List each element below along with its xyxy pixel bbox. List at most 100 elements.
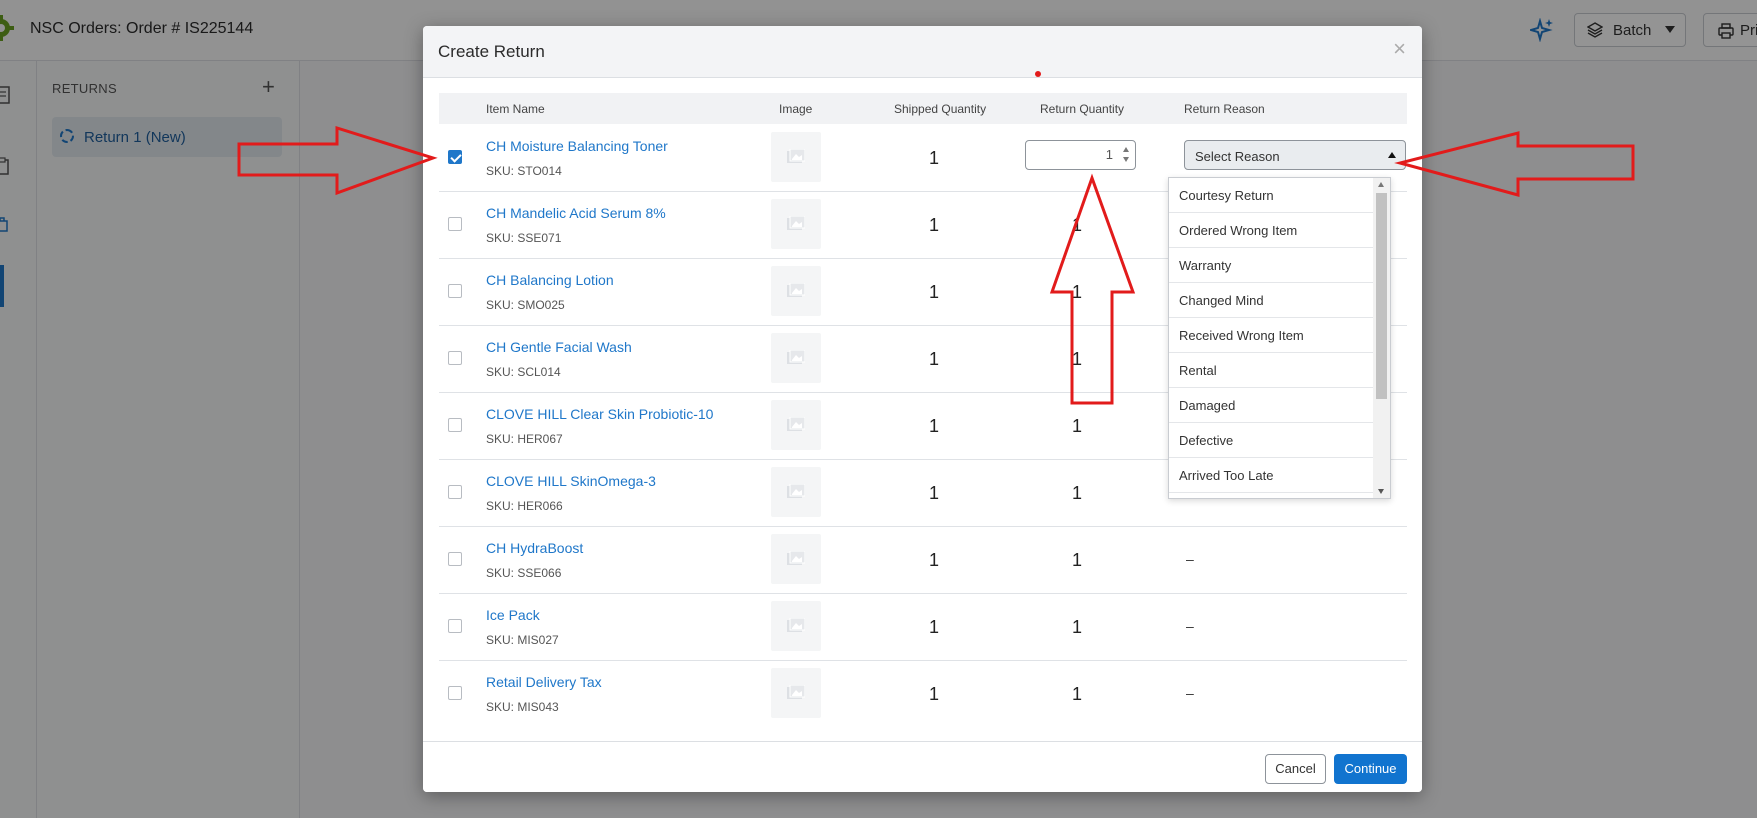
return-quantity: 1 bbox=[1071, 282, 1082, 302]
shipped-quantity: 1 bbox=[928, 550, 939, 570]
column-header-return-quantity: Return Quantity bbox=[1040, 102, 1125, 116]
scroll-thumb[interactable] bbox=[1376, 193, 1387, 399]
item-image bbox=[771, 467, 821, 517]
reason-option[interactable]: Damaged bbox=[1169, 388, 1374, 423]
image-placeholder-icon bbox=[787, 417, 805, 431]
chevron-up-icon bbox=[1388, 152, 1396, 158]
item-sku: SKU: SCL014 bbox=[486, 365, 561, 379]
return-reason-value: – bbox=[1186, 618, 1194, 634]
item-image bbox=[771, 601, 821, 651]
reason-option[interactable]: Ordered Wrong Item bbox=[1169, 213, 1374, 248]
column-header-return-reason: Return Reason bbox=[1184, 102, 1265, 116]
item-sku: SKU: HER066 bbox=[486, 499, 563, 513]
dropdown-scrollbar[interactable] bbox=[1373, 178, 1390, 498]
table-row: Retail Delivery Tax SKU: MIS043 1 1 – bbox=[439, 660, 1407, 727]
shipped-quantity: 1 bbox=[928, 617, 939, 637]
image-placeholder-icon bbox=[787, 551, 805, 565]
return-quantity: 1 bbox=[1071, 617, 1082, 637]
row-checkbox[interactable] bbox=[448, 686, 462, 700]
row-checkbox[interactable] bbox=[448, 217, 462, 231]
reason-option[interactable]: Defective bbox=[1169, 423, 1374, 458]
reason-option[interactable]: Warranty bbox=[1169, 248, 1374, 283]
item-image bbox=[771, 266, 821, 316]
row-checkbox[interactable] bbox=[448, 284, 462, 298]
return-reason-value: – bbox=[1186, 551, 1194, 567]
scroll-down-icon[interactable] bbox=[1378, 489, 1384, 494]
item-sku: SKU: STO014 bbox=[486, 164, 562, 178]
reason-option-label: Damaged bbox=[1179, 398, 1236, 413]
image-placeholder-icon bbox=[787, 618, 805, 632]
row-checkbox[interactable] bbox=[448, 418, 462, 432]
item-name-link[interactable]: CH Balancing Lotion bbox=[486, 272, 614, 288]
return-quantity: 1 bbox=[1071, 550, 1082, 570]
item-image bbox=[771, 534, 821, 584]
row-checkbox[interactable] bbox=[448, 552, 462, 566]
shipped-quantity: 1 bbox=[928, 282, 939, 302]
return-quantity: 1 bbox=[1071, 215, 1082, 235]
scroll-up-icon[interactable] bbox=[1378, 182, 1384, 187]
item-sku: SKU: MIS043 bbox=[486, 700, 559, 714]
annotation-dot bbox=[1035, 71, 1041, 77]
reason-option[interactable]: Changed Mind bbox=[1169, 283, 1374, 318]
increment-icon[interactable] bbox=[1123, 147, 1129, 152]
table-row: Ice Pack SKU: MIS027 1 1 – bbox=[439, 593, 1407, 661]
shipped-quantity: 1 bbox=[928, 349, 939, 369]
row-checkbox[interactable] bbox=[448, 619, 462, 633]
row-checkbox[interactable] bbox=[448, 150, 462, 164]
shipped-quantity: 1 bbox=[928, 684, 939, 704]
return-quantity-value: 1 bbox=[1105, 147, 1113, 162]
item-name-link[interactable]: CLOVE HILL Clear Skin Probiotic-10 bbox=[486, 406, 713, 422]
cancel-button[interactable]: Cancel bbox=[1265, 754, 1326, 784]
row-checkbox[interactable] bbox=[448, 485, 462, 499]
row-checkbox[interactable] bbox=[448, 351, 462, 365]
item-name-link[interactable]: CLOVE HILL SkinOmega-3 bbox=[486, 473, 656, 489]
column-header-shipped-quantity: Shipped Quantity bbox=[894, 102, 987, 116]
reason-option[interactable]: Courtesy Return bbox=[1169, 178, 1374, 213]
shipped-quantity: 1 bbox=[928, 483, 939, 503]
column-header-item-name: Item Name bbox=[486, 102, 545, 116]
item-name-link[interactable]: CH Moisture Balancing Toner bbox=[486, 138, 668, 154]
modal-footer: Cancel Continue bbox=[423, 741, 1422, 792]
reason-option-label: Rental bbox=[1179, 363, 1217, 378]
item-name-link[interactable]: CH Gentle Facial Wash bbox=[486, 339, 632, 355]
modal-header: Create Return × bbox=[423, 26, 1422, 78]
item-sku: SKU: SSE066 bbox=[486, 566, 562, 580]
shipped-quantity: 1 bbox=[928, 148, 939, 168]
create-return-modal: Create Return × Item Name Image Shipped … bbox=[423, 26, 1422, 792]
item-name-link[interactable]: CH Mandelic Acid Serum 8% bbox=[486, 205, 666, 221]
reason-option[interactable]: Rental bbox=[1169, 353, 1374, 388]
image-placeholder-icon bbox=[787, 216, 805, 230]
column-header-image: Image bbox=[779, 102, 813, 116]
reason-option-label: Ordered Wrong Item bbox=[1179, 223, 1298, 238]
return-reason-value: – bbox=[1186, 685, 1194, 701]
close-icon[interactable]: × bbox=[1393, 38, 1406, 60]
item-sku: SKU: MIS027 bbox=[486, 633, 559, 647]
reason-option-label: Warranty bbox=[1179, 258, 1232, 273]
item-image bbox=[771, 199, 821, 249]
decrement-icon[interactable] bbox=[1123, 157, 1129, 162]
continue-button[interactable]: Continue bbox=[1334, 754, 1407, 784]
item-image bbox=[771, 132, 821, 182]
return-quantity: 1 bbox=[1071, 483, 1082, 503]
return-reason-select[interactable]: Select Reason bbox=[1184, 140, 1406, 170]
reason-option-label: Defective bbox=[1179, 433, 1234, 448]
reason-option[interactable]: Arrived Too Late bbox=[1169, 458, 1374, 493]
image-placeholder-icon bbox=[787, 283, 805, 297]
shipped-quantity: 1 bbox=[928, 215, 939, 235]
image-placeholder-icon bbox=[787, 350, 805, 364]
return-quantity: 1 bbox=[1071, 416, 1082, 436]
item-name-link[interactable]: Ice Pack bbox=[486, 607, 540, 623]
reason-option[interactable]: Received Wrong Item bbox=[1169, 318, 1374, 353]
modal-title: Create Return bbox=[438, 42, 545, 61]
return-quantity-stepper[interactable]: 1 bbox=[1025, 140, 1136, 170]
reason-option-label: Changed Mind bbox=[1179, 293, 1264, 308]
item-name-link[interactable]: CH HydraBoost bbox=[486, 540, 583, 556]
item-sku: SKU: SMO025 bbox=[486, 298, 565, 312]
image-placeholder-icon bbox=[787, 685, 805, 699]
image-placeholder-icon bbox=[787, 484, 805, 498]
reason-option-label: Received Wrong Item bbox=[1179, 328, 1304, 343]
reason-option-label: Arrived Too Late bbox=[1179, 468, 1274, 483]
table-header: Item Name Image Shipped Quantity Return … bbox=[439, 93, 1407, 124]
return-quantity: 1 bbox=[1071, 349, 1082, 369]
item-name-link[interactable]: Retail Delivery Tax bbox=[486, 674, 602, 690]
